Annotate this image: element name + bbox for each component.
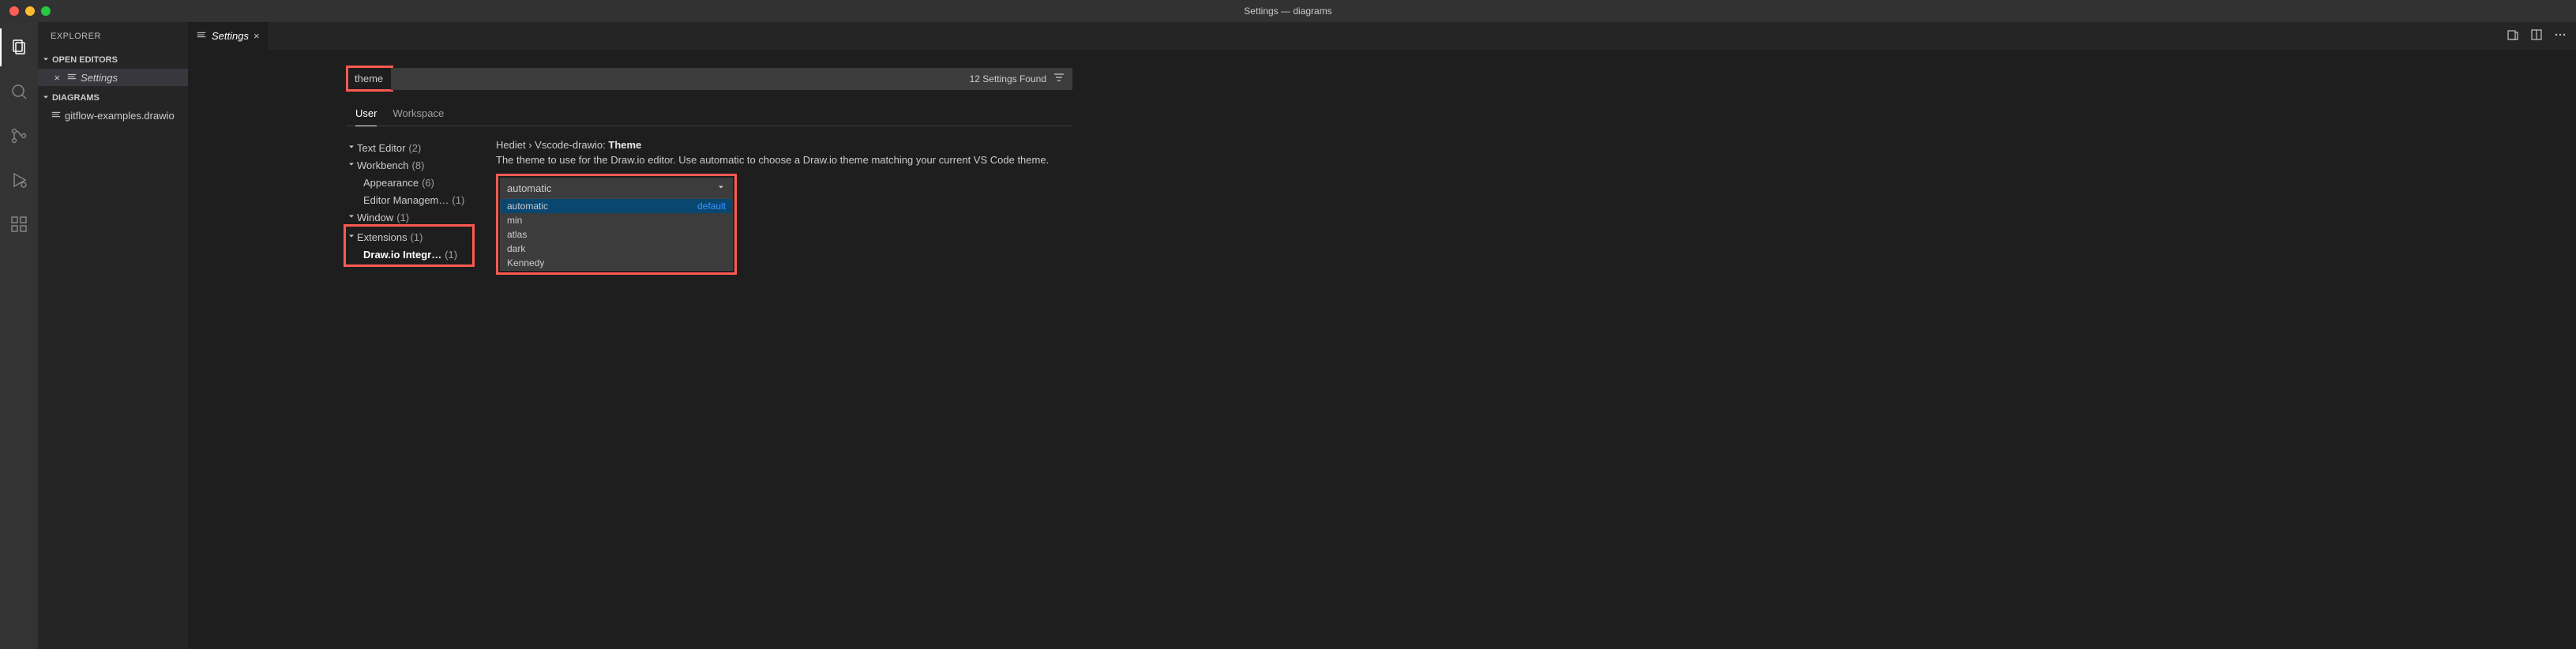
toc-workbench[interactable]: Workbench (8) (346, 156, 472, 174)
settings-toc: Text Editor (2) Workbench (8) Appearance… (346, 139, 472, 275)
activity-search-icon[interactable] (0, 73, 38, 111)
open-editor-settings[interactable]: × Settings (38, 69, 188, 86)
dropdown-option-dark[interactable]: dark (501, 242, 732, 256)
window-minimize-button[interactable] (25, 6, 35, 16)
settings-search-input[interactable] (350, 69, 389, 88)
open-editors-header[interactable]: OPEN EDITORS (38, 51, 188, 69)
more-actions-icon[interactable] (2554, 28, 2567, 43)
tab-label: Settings (212, 30, 249, 42)
crumb-ext: Hediet (496, 139, 526, 151)
setting-dropdown-highlight: automatic automatic default min (496, 174, 737, 275)
editor-actions (2507, 22, 2576, 50)
activity-extensions-icon[interactable] (0, 205, 38, 243)
open-editor-label: Settings (81, 72, 118, 84)
chevron-down-icon (41, 92, 51, 104)
theme-dropdown[interactable]: automatic (500, 178, 733, 198)
project-header[interactable]: DIAGRAMS (38, 89, 188, 107)
toc-extensions-highlight: Extensions (1) Draw.io Integr… (1) (344, 224, 475, 267)
option-label: min (507, 215, 522, 226)
chevron-down-icon (346, 142, 357, 154)
explorer-sidebar: EXPLORER OPEN EDITORS × Settings DIAGRAM… (38, 22, 188, 649)
toc-label: Window (357, 212, 393, 223)
dropdown-option-min[interactable]: min (501, 213, 732, 227)
option-label: dark (507, 243, 525, 254)
dropdown-option-atlas[interactable]: atlas (501, 227, 732, 242)
toc-appearance[interactable]: Appearance (6) (346, 174, 472, 191)
open-editors-label: OPEN EDITORS (52, 55, 118, 65)
settings-scope-tabs: User Workspace (346, 103, 1072, 126)
dropdown-option-automatic[interactable]: automatic default (501, 199, 732, 213)
crumb-name: Theme (608, 139, 641, 151)
toc-count: (2) (408, 142, 421, 154)
window-zoom-button[interactable] (41, 6, 51, 16)
editor-area: Settings × (188, 22, 2576, 649)
toc-text-editor[interactable]: Text Editor (2) (346, 139, 472, 156)
option-label: atlas (507, 229, 527, 240)
settings-icon (196, 29, 207, 43)
toc-window[interactable]: Window (1) (346, 208, 472, 226)
toc-drawio-integration[interactable]: Draw.io Integr… (1) (346, 246, 472, 263)
window-titlebar: Settings — diagrams (0, 0, 2576, 22)
toc-label: Extensions (357, 231, 407, 243)
editor-tab-bar: Settings × (188, 22, 2576, 50)
toc-count: (1) (411, 231, 423, 243)
toc-count: (6) (422, 177, 434, 189)
project-label: DIAGRAMS (52, 93, 100, 103)
activity-explorer-icon[interactable] (0, 28, 38, 66)
toc-label: Workbench (357, 159, 409, 171)
activity-source-control-icon[interactable] (0, 117, 38, 155)
crumb-scope: Vscode-drawio: (535, 139, 606, 151)
window-controls (0, 6, 51, 16)
chevron-down-icon (346, 159, 357, 171)
setting-breadcrumb: Hediet › Vscode-drawio: Theme (496, 139, 1215, 151)
setting-description: The theme to use for the Draw.io editor.… (496, 154, 1215, 166)
toc-label: Appearance (363, 177, 419, 189)
tab-close-icon[interactable]: × (253, 30, 260, 42)
toc-label: Editor Managem… (363, 194, 449, 206)
toc-count: (1) (445, 249, 457, 261)
setting-detail: Hediet › Vscode-drawio: Theme The theme … (496, 139, 1215, 275)
window-title: Settings — diagrams (1244, 6, 1331, 17)
file-icon (51, 109, 62, 122)
chevron-down-icon (716, 182, 726, 194)
option-label: Kennedy (507, 257, 544, 268)
option-default-badge: default (697, 201, 726, 212)
toc-count: (1) (452, 194, 464, 206)
window-close-button[interactable] (9, 6, 19, 16)
tab-settings[interactable]: Settings × (188, 22, 268, 50)
toc-label: Text Editor (357, 142, 405, 154)
dropdown-value: automatic (507, 182, 551, 194)
option-label: automatic (507, 201, 548, 212)
activity-run-debug-icon[interactable] (0, 161, 38, 199)
toc-count: (8) (412, 159, 425, 171)
close-icon[interactable]: × (51, 72, 63, 84)
settings-search-row: 12 Settings Found (346, 66, 1072, 92)
toc-label: Draw.io Integr… (363, 249, 441, 261)
theme-dropdown-list: automatic default min atlas (500, 198, 733, 271)
toc-editor-management[interactable]: Editor Managem… (1) (346, 191, 472, 208)
file-label: gitflow-examples.drawio (65, 110, 175, 122)
activity-bar (0, 22, 38, 649)
settings-results-count: 12 Settings Found (970, 73, 1046, 84)
open-settings-json-icon[interactable] (2507, 28, 2519, 43)
chevron-down-icon (346, 231, 357, 243)
sidebar-title: EXPLORER (38, 22, 188, 50)
search-term-highlight (346, 66, 393, 92)
dropdown-option-kennedy[interactable]: Kennedy (501, 256, 732, 270)
split-editor-icon[interactable] (2530, 28, 2543, 43)
toc-count: (1) (396, 212, 409, 223)
settings-editor: 12 Settings Found User Workspace Text Ed… (188, 50, 2576, 649)
settings-gear-icon (66, 71, 77, 84)
settings-search-input-wrap[interactable]: 12 Settings Found (391, 68, 1072, 90)
chevron-down-icon (41, 54, 51, 66)
file-item-gitflow[interactable]: gitflow-examples.drawio (38, 107, 188, 124)
scope-tab-user[interactable]: User (355, 103, 377, 126)
toc-extensions[interactable]: Extensions (1) (346, 228, 472, 246)
chevron-down-icon (346, 212, 357, 223)
settings-filter-icon[interactable] (1053, 71, 1065, 86)
scope-tab-workspace[interactable]: Workspace (392, 103, 444, 126)
